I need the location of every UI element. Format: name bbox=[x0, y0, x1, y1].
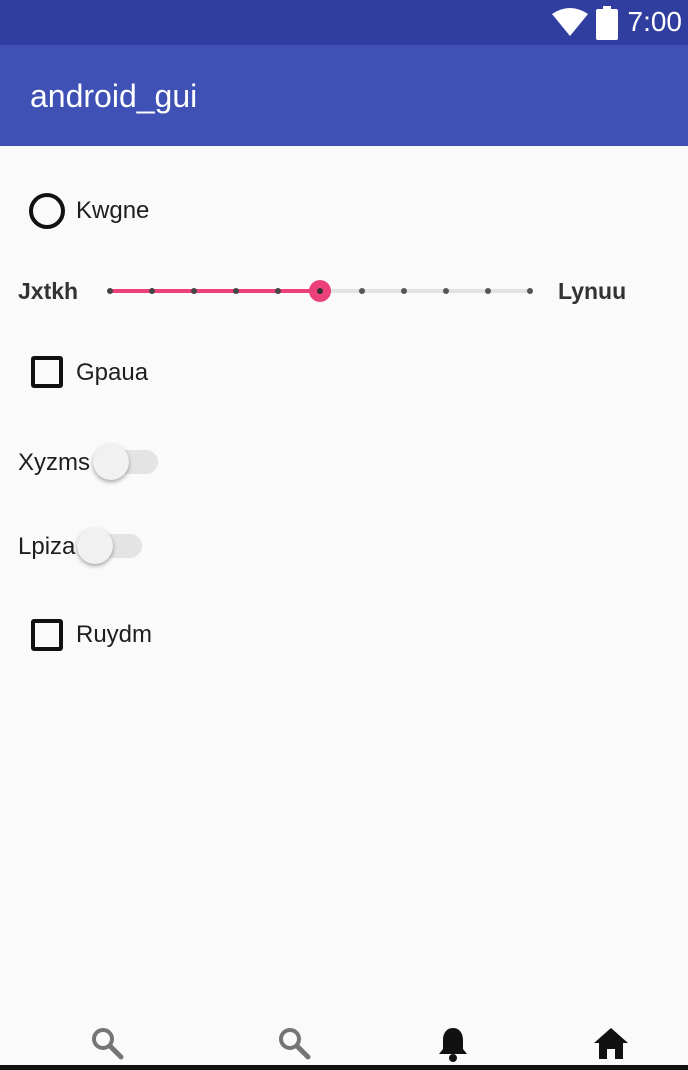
bottom-bar bbox=[0, 1065, 688, 1070]
status-bar: 7:00 bbox=[0, 0, 688, 45]
app-bar: android_gui bbox=[0, 45, 688, 146]
switch-lpiza-thumb[interactable] bbox=[77, 528, 113, 564]
switch-xyzms-label: Xyzms bbox=[18, 449, 90, 476]
radio-button-kwgne[interactable] bbox=[29, 193, 65, 229]
switch-xyzms-thumb[interactable] bbox=[93, 444, 129, 480]
status-time: 7:00 bbox=[627, 6, 683, 37]
seekbar[interactable] bbox=[100, 275, 540, 307]
battery-icon bbox=[596, 6, 618, 40]
seekbar-right-label: Lynuu bbox=[558, 278, 627, 304]
switch-lpiza-label: Lpiza bbox=[18, 533, 76, 560]
bottom-navigation bbox=[0, 1010, 688, 1070]
checkbox-gpaua-label: Gpaua bbox=[76, 359, 149, 386]
bell-icon[interactable] bbox=[434, 1025, 472, 1063]
search-icon[interactable] bbox=[89, 1025, 125, 1061]
search-icon[interactable] bbox=[276, 1025, 312, 1061]
wifi-icon bbox=[552, 8, 588, 36]
radio-label: Kwgne bbox=[76, 197, 150, 224]
checkbox-ruydm[interactable] bbox=[31, 619, 63, 651]
app-title: android_gui bbox=[30, 78, 198, 114]
checkbox-gpaua[interactable] bbox=[31, 356, 63, 388]
seekbar-left-label: Jxtkh bbox=[18, 278, 79, 304]
home-icon[interactable] bbox=[592, 1025, 630, 1061]
checkbox-ruydm-label: Ruydm bbox=[76, 621, 153, 648]
